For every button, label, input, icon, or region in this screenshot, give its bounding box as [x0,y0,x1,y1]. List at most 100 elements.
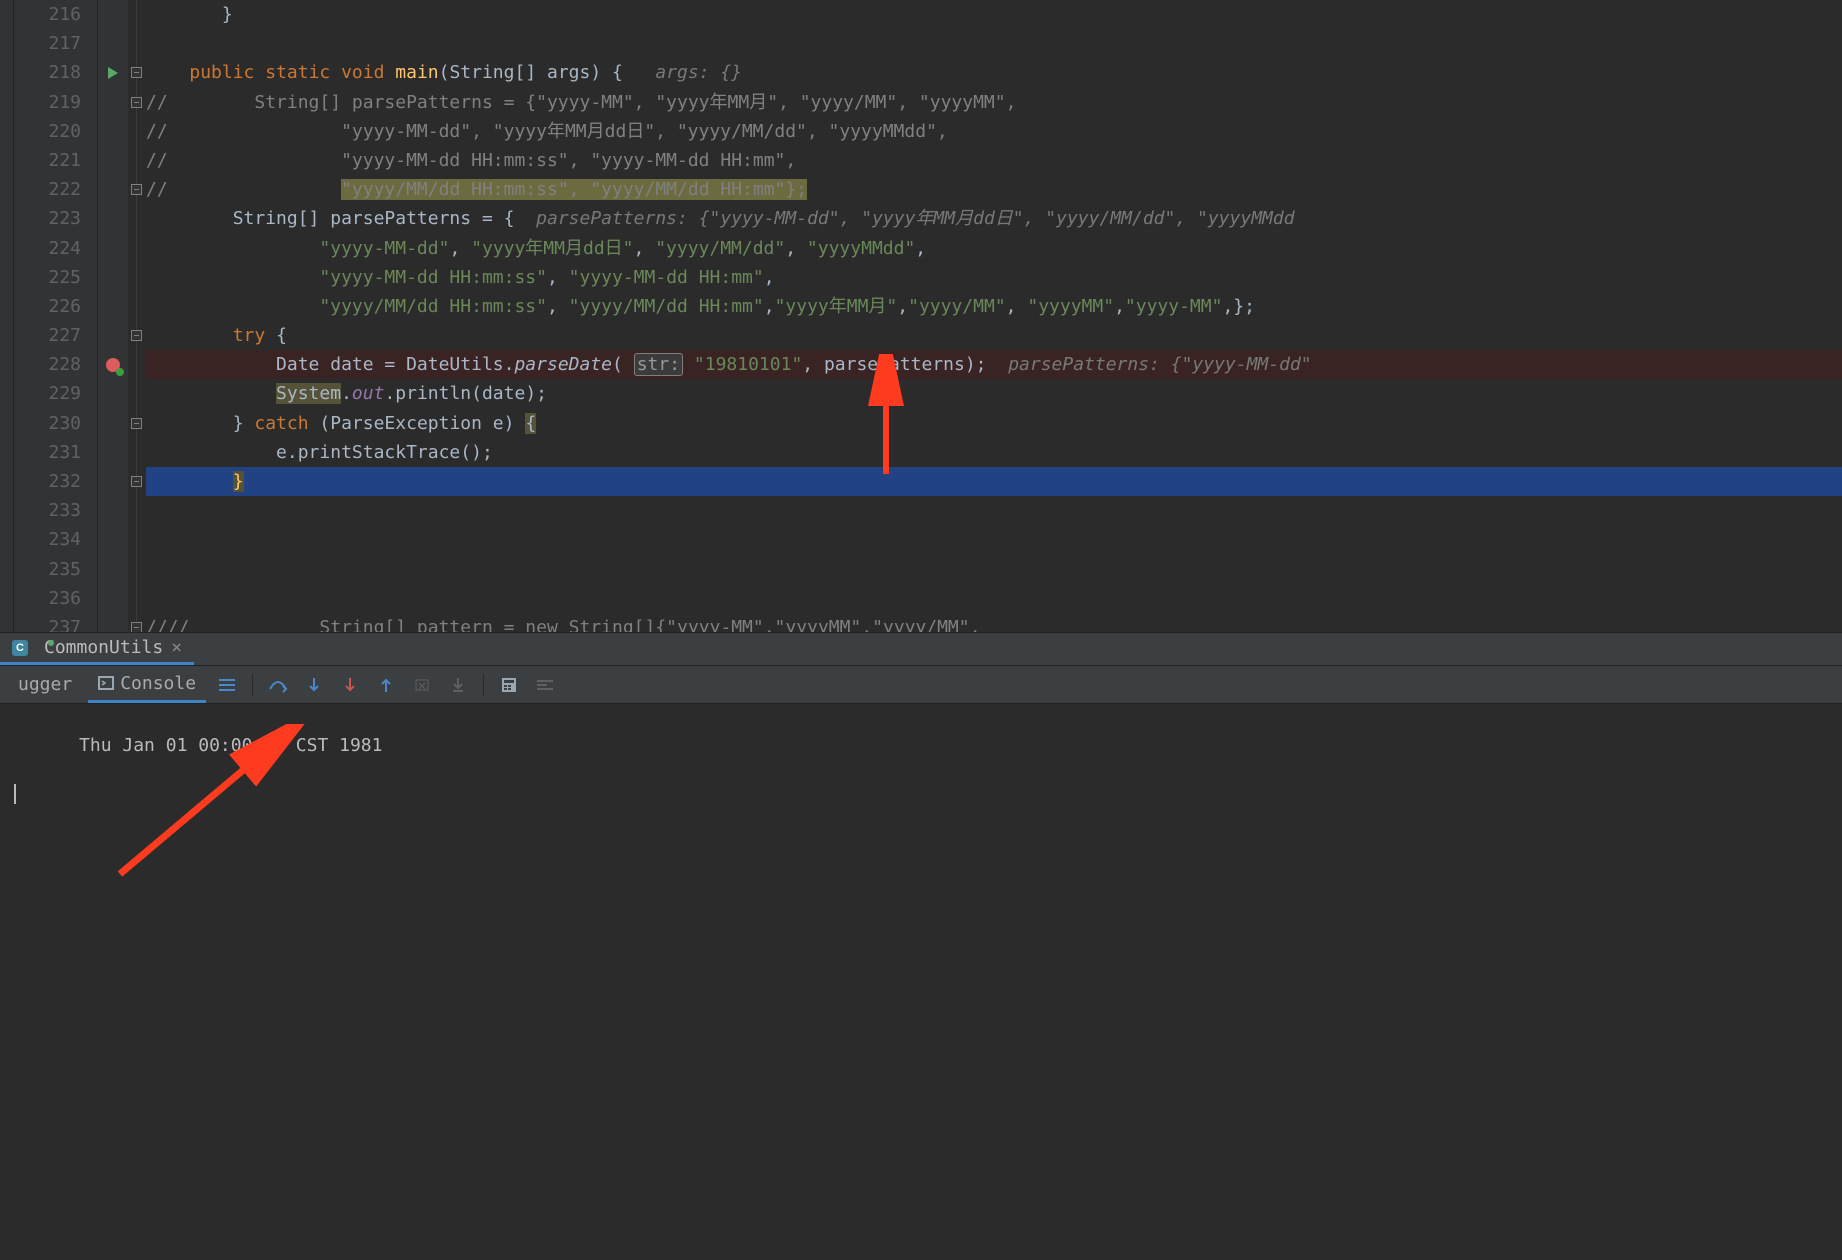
line-number[interactable]: 222 [14,175,81,204]
fold-toggle-icon[interactable] [131,184,142,195]
gutter-cell[interactable] [98,0,128,29]
fold-toggle-icon[interactable] [131,67,142,78]
line-number[interactable]: 221 [14,146,81,175]
gutter-cell[interactable] [98,204,128,233]
code-line[interactable]: // String[] parsePatterns = {"yyyy-MM", … [146,88,1842,117]
fold-toggle-icon[interactable] [131,622,142,632]
thread-list-icon[interactable] [212,672,242,698]
line-number[interactable]: 237 [14,613,81,632]
gutter-cell[interactable] [98,525,128,554]
code-line[interactable]: // "yyyy-MM-dd", "yyyy年MM月dd日", "yyyy/MM… [146,117,1842,146]
code-line[interactable]: // "yyyy/MM/dd HH:mm:ss", "yyyy/MM/dd HH… [146,175,1842,204]
trace-current-stream-chain-icon[interactable] [530,672,560,698]
code-line[interactable]: } catch (ParseException e) { [146,409,1842,438]
code-line[interactable]: try { [146,321,1842,350]
gutter-cell[interactable] [98,234,128,263]
gutter-cell[interactable] [98,379,128,408]
gutter-cell[interactable] [98,584,128,613]
console-output[interactable]: Thu Jan 01 00:00:00 CST 1981 [0,704,1842,1260]
code-line[interactable]: // "yyyy-MM-dd HH:mm:ss", "yyyy-MM-dd HH… [146,146,1842,175]
gutter-cell[interactable] [98,29,128,58]
file-tab-label: CommonUtils [44,637,163,658]
code-line[interactable] [146,525,1842,554]
code-line[interactable]: String[] parsePatterns = { parsePatterns… [146,204,1842,233]
line-number[interactable]: 219 [14,88,81,117]
line-number[interactable]: 227 [14,321,81,350]
gutter-cell[interactable] [98,88,128,117]
line-number[interactable]: 224 [14,234,81,263]
gutter-icons[interactable] [98,0,128,632]
code-line[interactable] [146,496,1842,525]
code-line[interactable] [146,584,1842,613]
gutter-cell[interactable] [98,613,128,632]
console-line: Thu Jan 01 00:00:00 CST 1981 [79,735,382,756]
gutter-cell[interactable] [98,175,128,204]
marker-bar [0,0,14,632]
play-icon[interactable] [107,66,119,80]
code-area[interactable]: } public static void main(String[] args)… [146,0,1842,632]
line-number[interactable]: 231 [14,438,81,467]
line-number[interactable]: 217 [14,29,81,58]
line-number[interactable]: 233 [14,496,81,525]
debugger-tab[interactable]: ugger [8,666,82,703]
code-line[interactable]: } [146,467,1842,496]
code-line[interactable] [146,29,1842,58]
line-number[interactable]: 235 [14,555,81,584]
fold-toggle-icon[interactable] [131,476,142,487]
code-line[interactable]: //// String[] pattern = new String[]{"yy… [146,613,1842,632]
console-icon [98,676,114,690]
breakpoint-gutter-icon[interactable] [98,350,128,379]
gutter-cell[interactable] [98,467,128,496]
code-line[interactable]: e.printStackTrace(); [146,438,1842,467]
code-line[interactable]: Date date = DateUtils.parseDate( str: "1… [146,350,1842,379]
line-number[interactable]: 234 [14,525,81,554]
step-over-icon[interactable] [263,672,293,698]
editor-tab-bar: C CommonUtils × [0,632,1842,666]
fold-toggle-icon[interactable] [131,418,142,429]
gutter-cell[interactable] [98,263,128,292]
file-tab-commonutils[interactable]: C CommonUtils × [0,633,194,665]
line-number[interactable]: 225 [14,263,81,292]
class-icon: C [12,640,28,656]
gutter-cell[interactable] [98,117,128,146]
gutter-cell[interactable] [98,438,128,467]
code-line[interactable] [146,555,1842,584]
code-line[interactable]: "yyyy-MM-dd HH:mm:ss", "yyyy-MM-dd HH:mm… [146,263,1842,292]
console-tab[interactable]: Console [88,666,206,703]
run-gutter-icon[interactable] [98,58,128,87]
gutter-cell[interactable] [98,146,128,175]
line-number[interactable]: 226 [14,292,81,321]
gutter-cell[interactable] [98,292,128,321]
breakpoint-icon[interactable] [106,358,120,372]
gutter-cell[interactable] [98,555,128,584]
line-number-gutter[interactable]: 2162172182192202212222232242252262272282… [14,0,98,632]
code-line[interactable]: System.out.println(date); [146,379,1842,408]
code-line[interactable]: "yyyy/MM/dd HH:mm:ss", "yyyy/MM/dd HH:mm… [146,292,1842,321]
fold-toggle-icon[interactable] [131,330,142,341]
line-number[interactable]: 229 [14,379,81,408]
step-out-icon[interactable] [371,672,401,698]
line-number[interactable]: 232 [14,467,81,496]
line-number[interactable]: 230 [14,409,81,438]
line-number[interactable]: 220 [14,117,81,146]
line-number[interactable]: 223 [14,204,81,233]
code-editor[interactable]: 2162172182192202212222232242252262272282… [0,0,1842,632]
force-step-into-icon[interactable] [335,672,365,698]
gutter-cell[interactable] [98,321,128,350]
drop-frame-icon[interactable] [407,672,437,698]
evaluate-expression-icon[interactable] [494,672,524,698]
line-number[interactable]: 228 [14,350,81,379]
gutter-cell[interactable] [98,496,128,525]
code-line[interactable]: "yyyy-MM-dd", "yyyy年MM月dd日", "yyyy/MM/dd… [146,234,1842,263]
close-icon[interactable]: × [171,637,182,658]
step-into-icon[interactable] [299,672,329,698]
code-line[interactable]: public static void main(String[] args) {… [146,58,1842,87]
run-to-cursor-icon[interactable] [443,672,473,698]
line-number[interactable]: 216 [14,0,81,29]
line-number[interactable]: 218 [14,58,81,87]
fold-toggle-icon[interactable] [131,97,142,108]
code-line[interactable]: } [146,0,1842,29]
gutter-cell[interactable] [98,409,128,438]
fold-column[interactable] [128,0,146,632]
line-number[interactable]: 236 [14,584,81,613]
